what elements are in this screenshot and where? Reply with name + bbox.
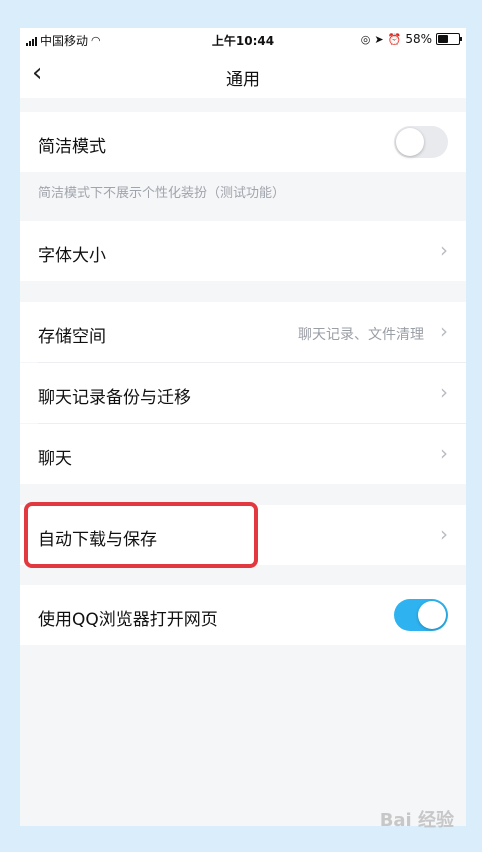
setting-label: 存储空间 (38, 327, 106, 347)
setting-label: 字体大小 (38, 246, 106, 266)
toggle-knob (396, 128, 424, 156)
setting-storage[interactable]: 存储空间 聊天记录、文件清理 › (20, 302, 466, 362)
status-right: ◎ ➤ ⏰ 58% (360, 32, 462, 46)
setting-label: 简洁模式 (38, 137, 106, 157)
baidu-watermark: Bai 经验 (379, 810, 454, 831)
setting-qq-browser: 使用QQ浏览器打开网页 (20, 585, 466, 645)
chevron-right-icon: › (440, 522, 448, 546)
setting-simple-mode: 简洁模式 (20, 112, 466, 172)
page-title: 通用 (226, 70, 260, 90)
location-icon: ➤ (374, 32, 384, 46)
phone-screen: 中国移动 ◠ 上午10:44 ◎ ➤ ⏰ 58% ‹ 通用 简洁模式 简洁模式下… (20, 28, 466, 826)
simple-mode-toggle[interactable] (394, 126, 448, 158)
setting-font-size[interactable]: 字体大小 › (20, 221, 466, 281)
simple-mode-hint: 简洁模式下不展示个性化装扮（测试功能） (38, 186, 286, 201)
status-bar: 中国移动 ◠ 上午10:44 ◎ ➤ ⏰ 58% (20, 28, 466, 52)
highlight-box (24, 502, 258, 568)
setting-chat[interactable]: 聊天 › (20, 424, 466, 484)
chevron-right-icon: › (440, 238, 448, 262)
setting-label: 聊天 (38, 449, 72, 469)
storage-detail: 聊天记录、文件清理 (298, 327, 424, 343)
rotation-lock-icon: ◎ (360, 32, 371, 46)
qq-browser-toggle[interactable] (394, 599, 448, 631)
alarm-icon: ⏰ (387, 32, 402, 46)
chevron-right-icon: › (440, 441, 448, 465)
chevron-right-icon: › (440, 380, 448, 404)
setting-label: 聊天记录备份与迁移 (38, 388, 191, 408)
toggle-knob (418, 601, 446, 629)
setting-label: 使用QQ浏览器打开网页 (38, 610, 218, 630)
battery-icon (436, 33, 462, 45)
setting-chat-backup[interactable]: 聊天记录备份与迁移 › (20, 363, 466, 423)
chevron-right-icon: › (440, 319, 448, 343)
nav-bar: ‹ 通用 (20, 52, 466, 98)
battery-percent: 58% (405, 32, 432, 46)
